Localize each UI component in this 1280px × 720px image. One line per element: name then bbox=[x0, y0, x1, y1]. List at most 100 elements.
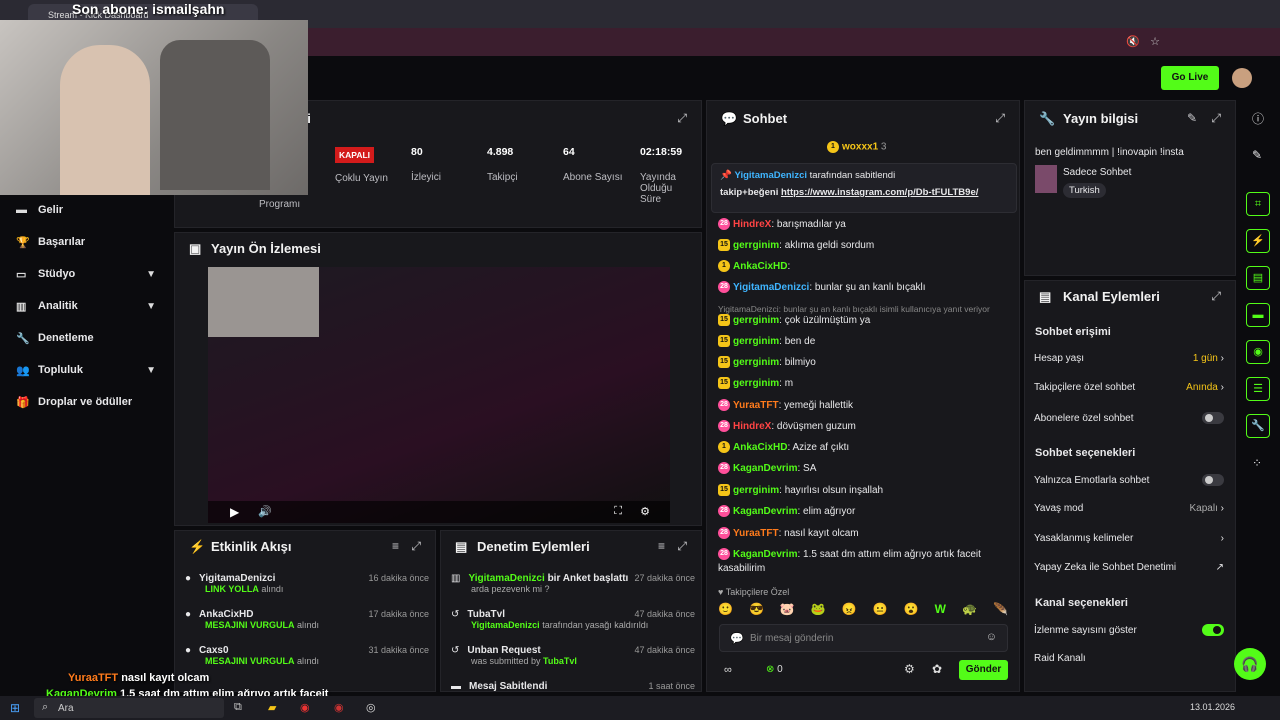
edit-icon[interactable]: ✎ bbox=[1187, 111, 1197, 125]
send-button[interactable]: Gönder bbox=[959, 660, 1008, 680]
avatar[interactable] bbox=[1232, 68, 1252, 88]
chat-username: YigitamaDenizci bbox=[733, 282, 810, 293]
chat-username: gerrginim bbox=[733, 336, 780, 347]
chat-message[interactable]: 15 gerrginim: ben de bbox=[718, 335, 1008, 349]
show-viewers-row[interactable]: İzlenme sayısını göster bbox=[1034, 624, 1224, 636]
expand-icon[interactable]: ⤢ bbox=[1211, 289, 1221, 304]
sub-badge: 1 bbox=[718, 260, 730, 273]
folder-icon[interactable]: ▰ bbox=[268, 701, 276, 714]
chat-message[interactable]: 28 KaganDevrim: SA bbox=[718, 462, 1008, 476]
sidebar-item-analitik[interactable]: ▥ Analitik ▼ bbox=[16, 296, 156, 316]
settings-icon[interactable]: ⚙ bbox=[640, 505, 650, 518]
expand-icon[interactable]: ⤢ bbox=[1211, 111, 1221, 126]
app-icon[interactable]: ◉ bbox=[334, 701, 344, 714]
chat-message[interactable]: 28 HindreX: dövüşmen guzum bbox=[718, 420, 1008, 434]
dots-icon[interactable]: ⁘ bbox=[1252, 456, 1262, 470]
expand-icon[interactable]: ⤢ bbox=[995, 111, 1005, 126]
bolt-icon[interactable]: ⚡ bbox=[1246, 229, 1270, 253]
fullscreen-icon[interactable]: ⛶ bbox=[614, 505, 622, 518]
chat-message[interactable]: 28 HindreX: barışmadılar ya bbox=[718, 218, 1008, 232]
stat-subs: 64 Abone Sayısı bbox=[563, 146, 623, 183]
volume-icon[interactable]: 🔊 bbox=[258, 505, 272, 518]
emote-only-row[interactable]: Yalnızca Emotlarla sohbet bbox=[1034, 474, 1224, 486]
list-icon[interactable]: ☰ bbox=[1246, 377, 1270, 401]
filter-icon[interactable]: ≡ bbox=[658, 539, 665, 553]
expand-icon[interactable]: ⤢ bbox=[677, 539, 687, 554]
emote-bar[interactable]: 🙂 😎 🐷 🐸 😠 😐 😮 W 🐢 🪶 bbox=[718, 602, 1008, 618]
list-item: ▥ YigitamaDenizci bir Anket başlattı 27 da… bbox=[451, 573, 695, 594]
document-icon: ▤ bbox=[455, 539, 468, 554]
settings-icon[interactable]: ⚙ bbox=[904, 662, 915, 676]
slow-mode-row[interactable]: Yavaş mod Kapalı › bbox=[1034, 503, 1224, 514]
emote-only-toggle[interactable] bbox=[1202, 474, 1224, 486]
chat-message[interactable]: 28 KaganDevrim: elim ağrıyor bbox=[718, 505, 1008, 519]
bot-icon[interactable]: ✿ bbox=[932, 662, 942, 676]
expand-icon[interactable]: ⤢ bbox=[677, 111, 687, 126]
chat-username: gerrginim bbox=[733, 357, 780, 368]
taskbar-search[interactable]: ⌕ Ara bbox=[34, 698, 224, 718]
category-thumbnail bbox=[1035, 165, 1057, 193]
banned-words-row[interactable]: Yasaklanmış kelimeler › bbox=[1034, 533, 1224, 544]
chevron-right-icon: › bbox=[1220, 382, 1224, 393]
obs-icon[interactable]: ◎ bbox=[366, 701, 376, 714]
play-icon[interactable]: ▶ bbox=[230, 505, 239, 519]
chat-message[interactable]: 15 gerrginim: bilmiyo bbox=[718, 356, 1008, 370]
chat-message[interactable]: 15 gerrginim: aklıma geldi sordum bbox=[718, 239, 1008, 253]
go-live-button[interactable]: Go Live bbox=[1161, 66, 1219, 90]
task-view-icon[interactable]: ⧉ bbox=[234, 701, 242, 714]
emote-label: ♥ Takipçilere Özel bbox=[718, 587, 790, 597]
sub-badge: 15 bbox=[718, 377, 730, 390]
stream-preview[interactable]: ▶ 🔊 ⚙ ⛶ bbox=[208, 267, 670, 523]
windows-icon[interactable]: ⊞ bbox=[10, 701, 20, 715]
sub-badge: 15 bbox=[718, 484, 730, 497]
crop-icon[interactable]: ⌗ bbox=[1246, 192, 1270, 216]
raid-row[interactable]: Raid Kanalı bbox=[1034, 653, 1224, 664]
mute-icon[interactable]: 🔇 bbox=[1126, 35, 1140, 48]
sidebar-item-droplar[interactable]: 🎁 Droplar ve ödüller bbox=[16, 392, 156, 412]
chat-text: Azize af çıktı bbox=[792, 442, 850, 453]
chart-icon: ▥ bbox=[16, 300, 27, 313]
pinned-message[interactable]: 📌 YigitamaDenizci tarafından sabitlendi … bbox=[711, 163, 1017, 213]
chat-message[interactable]: 15 gerrginim: m bbox=[718, 377, 1008, 391]
wrench-icon[interactable]: 🔧 bbox=[1246, 414, 1270, 438]
chat-message[interactable]: 28 KaganDevrim: 1.5 saat dm attım elim ağ… bbox=[718, 548, 1008, 576]
account-age-row[interactable]: Hesap yaşı 1 gün › bbox=[1034, 353, 1224, 364]
sidebar-item-studyo[interactable]: ▭ Stüdyo ▼ bbox=[16, 264, 156, 284]
chat-message[interactable]: YigitamaDenizci: bunlar şu an kanlı bıça… bbox=[718, 304, 1008, 328]
filter-icon[interactable]: ≡ bbox=[392, 539, 399, 553]
sidebar-item-gelir[interactable]: ▬ Gelir bbox=[16, 200, 156, 220]
followers-only-row[interactable]: Takipçilere özel sohbet Anında › bbox=[1034, 382, 1224, 393]
chat-message[interactable]: 28 YigitamaDenizci: bunlar şu an kanlı bı… bbox=[718, 281, 1008, 295]
moderation-title: Denetim Eylemleri bbox=[477, 539, 590, 554]
expand-icon[interactable]: ⤢ bbox=[411, 539, 421, 554]
subs-only-row[interactable]: Abonelere özel sohbet bbox=[1034, 412, 1224, 424]
info-icon[interactable]: ⓘ bbox=[1252, 110, 1264, 127]
infinity-icon[interactable]: ∞ bbox=[724, 664, 732, 676]
emoji-icon[interactable]: ☺ bbox=[986, 631, 997, 643]
chat-text: barışmadılar ya bbox=[776, 219, 846, 230]
preview-icon: ▣ bbox=[189, 241, 202, 256]
bookmark-icon[interactable]: ☆ bbox=[1150, 35, 1160, 48]
chat-icon[interactable]: ▬ bbox=[1246, 303, 1270, 327]
chat-username: gerrginim bbox=[733, 315, 780, 326]
chat-message[interactable]: 15 gerrginim: hayırlısı olsun inşallah bbox=[718, 484, 1008, 498]
sidebar-item-denetleme[interactable]: 🔧 Denetleme bbox=[16, 328, 156, 348]
sidebar-item-topluluk[interactable]: 👥 Topluluk ▼ bbox=[16, 360, 156, 380]
pencil-icon[interactable]: ✎ bbox=[1252, 148, 1262, 162]
subs-only-toggle[interactable] bbox=[1202, 412, 1224, 424]
webcam-overlay bbox=[0, 20, 308, 195]
document-icon[interactable]: ▤ bbox=[1246, 266, 1270, 290]
broadcast-icon[interactable]: ◉ bbox=[1246, 340, 1270, 364]
chat-message[interactable]: 1 AnkaCixHD: bbox=[718, 260, 1008, 274]
chat-message[interactable]: 28 YuraaTFT: yemeği hallettik bbox=[718, 399, 1008, 413]
chat-message[interactable]: 28 YuraaTFT: nasıl kayıt olcam bbox=[718, 527, 1008, 541]
sidebar-item-basarilar[interactable]: 🏆 Başarılar bbox=[16, 232, 156, 252]
chat-message[interactable]: 1 AnkaCixHD: Azize af çıktı bbox=[718, 441, 1008, 455]
show-viewers-toggle[interactable] bbox=[1202, 624, 1224, 636]
chat-input[interactable]: 💬 Bir mesaj gönderin ☺ bbox=[719, 624, 1008, 652]
player-controls[interactable]: ▶ 🔊 ⚙ ⛶ bbox=[208, 501, 670, 523]
support-icon[interactable]: 🎧 bbox=[1234, 648, 1266, 680]
chrome-icon[interactable]: ◉ bbox=[300, 701, 310, 714]
pinned-link[interactable]: https://www.instagram.com/p/Db-tFULTB9e/ bbox=[781, 187, 978, 198]
ai-moderation-row[interactable]: Yapay Zeka ile Sohbet Denetimi ↗ bbox=[1034, 562, 1224, 573]
